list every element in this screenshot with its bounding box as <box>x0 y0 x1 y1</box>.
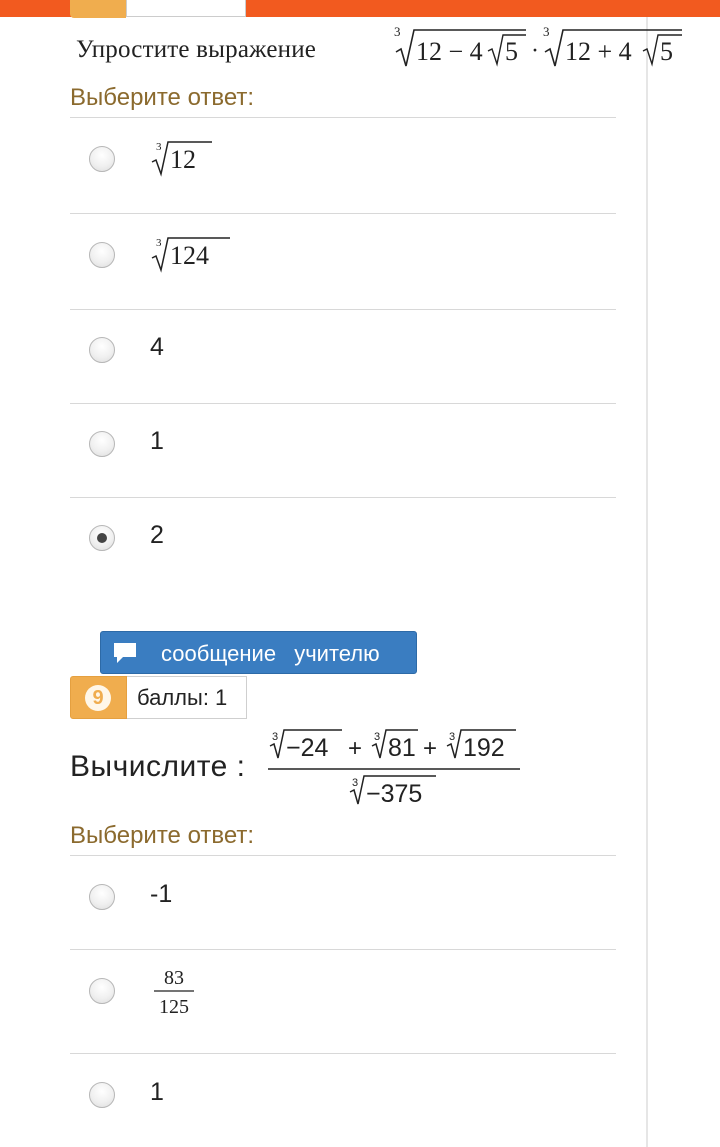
message-teacher-label: сообщение учителю <box>161 641 380 666</box>
question-2-text: Вычислите : <box>70 750 246 783</box>
option-2-cube-root: 3 124 <box>151 237 230 273</box>
svg-text:3: 3 <box>156 141 162 153</box>
answer-prompt-2: Выберите ответ: <box>70 822 255 849</box>
option-1-radio[interactable] <box>89 146 115 172</box>
q2-option-1-label: -1 <box>150 880 173 908</box>
points-label: баллы: 1 <box>127 676 247 719</box>
svg-text:3: 3 <box>374 731 380 743</box>
q2-option-2-radio[interactable] <box>89 978 115 1004</box>
question-1: Упростите выражение 3 12 − 4 5 · 3 12 + … <box>76 24 696 76</box>
divider <box>70 213 616 214</box>
divider <box>70 403 616 404</box>
option-1-cube-root: 3 12 <box>151 141 212 177</box>
svg-text:3: 3 <box>543 24 550 39</box>
message-teacher-button[interactable]: сообщение учителю <box>100 631 417 674</box>
svg-text:192: 192 <box>463 734 505 762</box>
svg-text:5: 5 <box>660 37 673 66</box>
previous-question-badge <box>70 0 126 18</box>
divider <box>70 497 616 498</box>
option-5-radio[interactable] <box>89 525 115 551</box>
question-2: Вычислите : 3 −24 + 3 81 + 3 192 3 −375 <box>70 724 530 814</box>
option-2-radio[interactable] <box>89 242 115 268</box>
svg-text:3: 3 <box>156 237 162 249</box>
q2-option-1-radio[interactable] <box>89 884 115 910</box>
option-3-radio[interactable] <box>89 337 115 363</box>
divider <box>70 1053 616 1054</box>
svg-text:3: 3 <box>272 731 278 743</box>
svg-text:12 + 4: 12 + 4 <box>565 37 632 66</box>
svg-text:81: 81 <box>388 734 416 762</box>
question-2-fraction: 3 −24 + 3 81 + 3 192 3 −375 <box>268 729 520 808</box>
answer-prompt-1: Выберите ответ: <box>70 84 255 111</box>
q2-option-2-fraction: 83 125 <box>154 967 194 1018</box>
option-4-radio[interactable] <box>89 431 115 457</box>
svg-text:3: 3 <box>449 731 455 743</box>
question-number-badge: 9 <box>70 676 127 719</box>
previous-points-box <box>126 0 246 17</box>
svg-text:125: 125 <box>159 996 189 1018</box>
svg-text:−375: −375 <box>366 780 422 808</box>
svg-text:3: 3 <box>352 777 358 789</box>
content-divider <box>646 17 648 1147</box>
svg-text:·: · <box>531 38 539 64</box>
svg-text:12 − 4: 12 − 4 <box>416 37 483 66</box>
svg-text:3: 3 <box>394 24 401 39</box>
q2-option-3-label: 1 <box>150 1078 164 1106</box>
svg-text:83: 83 <box>164 967 184 989</box>
svg-text:12: 12 <box>170 145 196 174</box>
divider <box>70 117 616 118</box>
speech-bubble-icon <box>114 643 136 663</box>
svg-text:5: 5 <box>505 37 518 66</box>
svg-text:+: + <box>423 735 437 762</box>
option-3-label: 4 <box>150 333 164 361</box>
question-1-text: Упростите выражение <box>76 36 317 63</box>
divider <box>70 309 616 310</box>
divider <box>70 949 616 950</box>
question-number: 9 <box>85 685 111 711</box>
option-4-label: 1 <box>150 427 164 455</box>
svg-text:+: + <box>348 735 362 762</box>
q2-option-3-radio[interactable] <box>89 1082 115 1108</box>
svg-text:−24: −24 <box>286 734 329 762</box>
question-1-expression: 3 12 − 4 5 · 3 12 + 4 5 <box>394 24 682 67</box>
divider <box>70 855 616 856</box>
svg-text:124: 124 <box>170 241 209 270</box>
option-5-label: 2 <box>150 521 164 549</box>
